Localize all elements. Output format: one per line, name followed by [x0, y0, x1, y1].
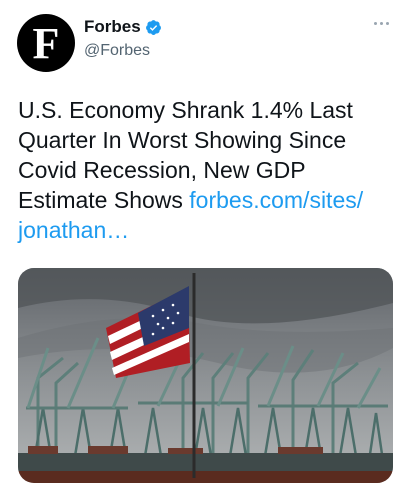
verified-badge-icon	[145, 19, 161, 35]
tweet-text: U.S. Economy Shrank 1.4% Last Quarter In…	[18, 95, 396, 245]
avatar[interactable]: F	[17, 14, 75, 72]
author-name-row[interactable]: Forbes	[84, 17, 162, 37]
display-name[interactable]: Forbes	[84, 17, 141, 37]
handle[interactable]: @Forbes	[84, 42, 150, 60]
avatar-letter: F	[32, 19, 60, 68]
more-dot	[386, 22, 389, 25]
flag-over-port-cranes-photo	[18, 268, 393, 483]
tweet-media[interactable]	[18, 268, 393, 483]
more-dot	[380, 22, 383, 25]
more-dot	[374, 22, 377, 25]
more-options-icon[interactable]	[374, 22, 389, 25]
